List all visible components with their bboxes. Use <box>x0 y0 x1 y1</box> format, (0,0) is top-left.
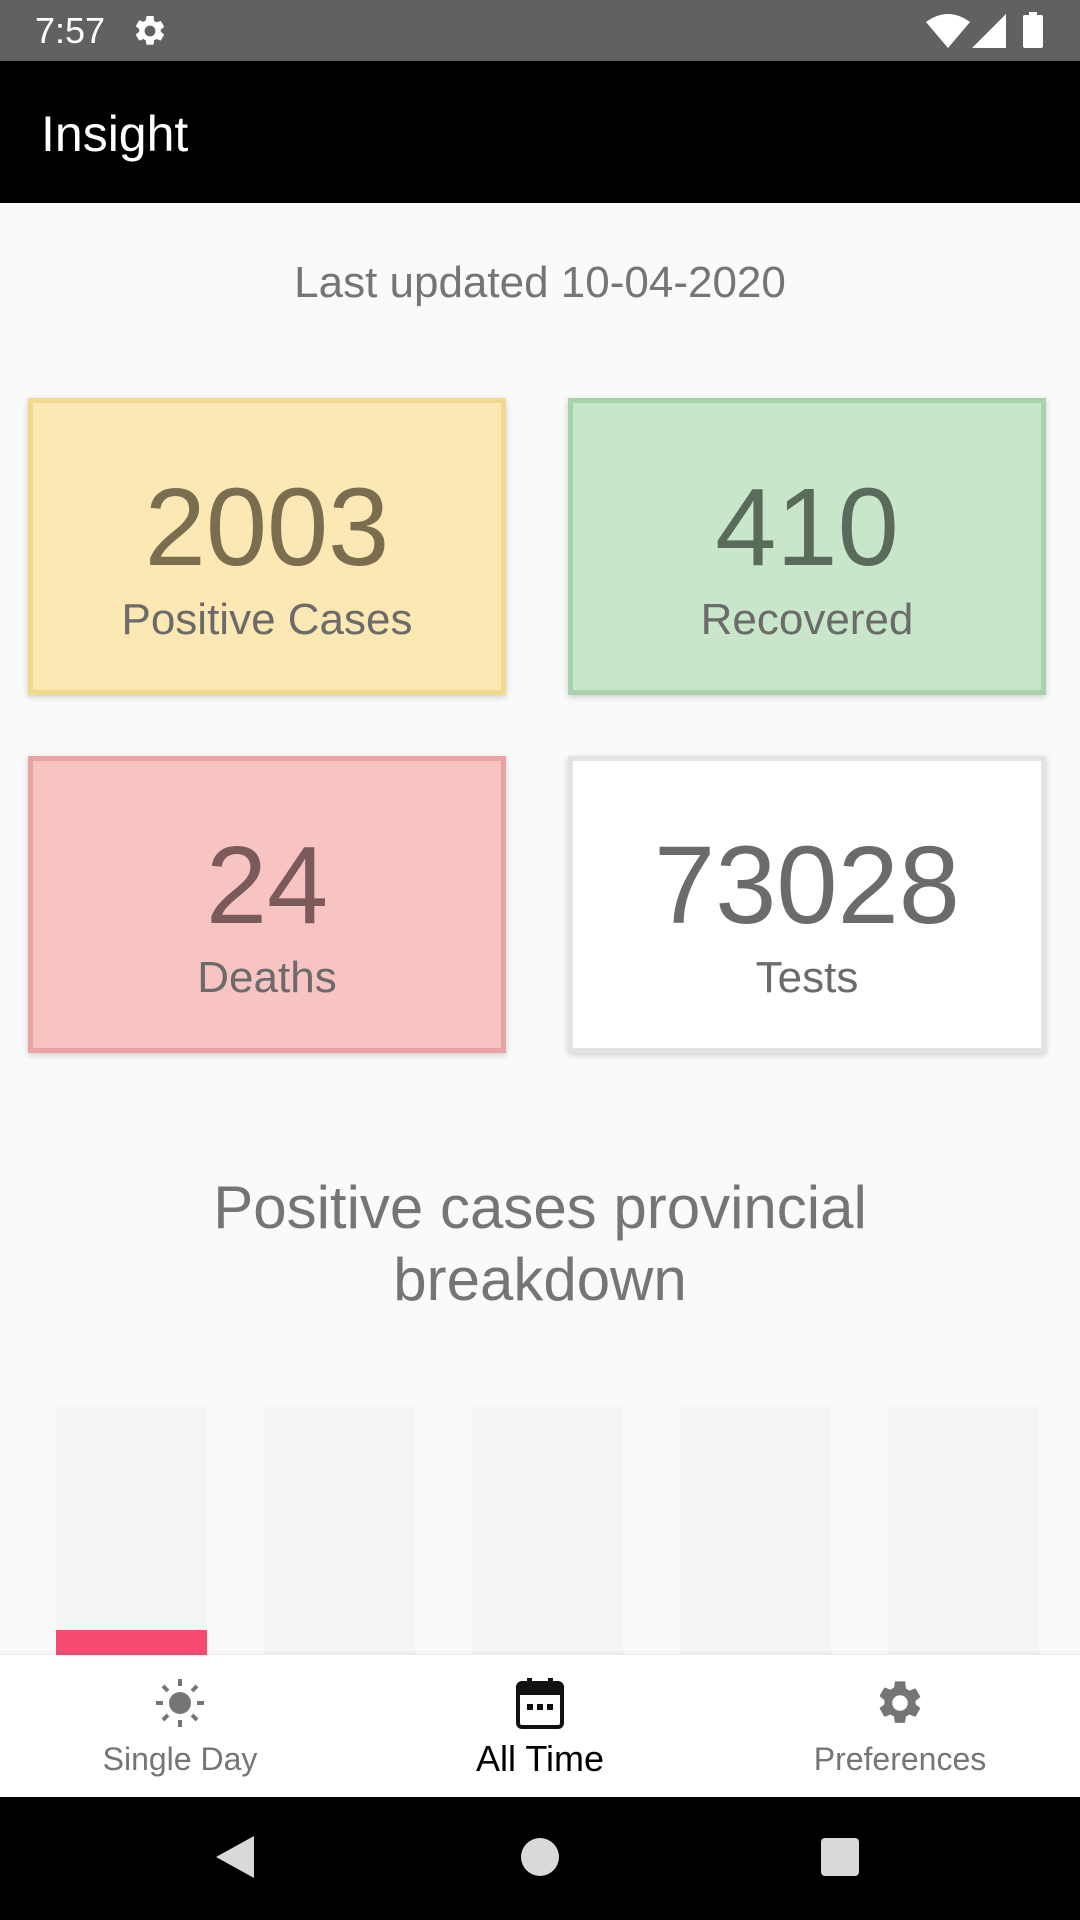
recovered-label: Recovered <box>700 595 914 644</box>
home-icon[interactable] <box>520 1837 560 1877</box>
tests-card: 73028 Tests <box>568 756 1046 1053</box>
tests-value: 73028 <box>654 824 960 947</box>
last-updated-text: Last updated 10-04-2020 <box>294 258 786 307</box>
positive-cases-label: Positive Cases <box>121 595 413 644</box>
deaths-value: 24 <box>205 824 329 947</box>
system-navigation-bar <box>0 1797 1080 1920</box>
nav-label-all-time: All Time <box>475 1738 605 1779</box>
battery-icon <box>1023 12 1043 48</box>
section-title: Positive cases provincial breakdown <box>213 1174 867 1313</box>
chart-bar-track <box>264 1405 415 1655</box>
back-icon[interactable] <box>214 1833 260 1881</box>
status-time: 7:57 <box>35 10 106 51</box>
app-title: Insight <box>41 106 189 162</box>
chart-bar-track <box>472 1405 623 1655</box>
recovered-card: 410 Recovered <box>568 398 1046 695</box>
deaths-card: 24 Deaths <box>28 756 506 1053</box>
provincial-bar-chart <box>56 1405 1039 1655</box>
wifi-icon <box>926 14 970 48</box>
tests-label: Tests <box>755 953 859 1002</box>
nav-all-time[interactable]: All Time <box>360 1655 720 1797</box>
nav-preferences[interactable]: Preferences <box>720 1655 1080 1797</box>
bottom-navigation: Single Day All Time Preferences <box>0 1655 1080 1797</box>
sun-icon <box>156 1679 204 1727</box>
calendar-icon <box>516 1678 564 1729</box>
signal-icon <box>972 14 1006 48</box>
recovered-value: 410 <box>715 466 899 589</box>
gear-icon <box>135 15 165 45</box>
nav-single-day[interactable]: Single Day <box>0 1655 360 1797</box>
nav-label-single-day: Single Day <box>102 1741 258 1777</box>
chart-bar-track <box>680 1405 831 1655</box>
status-bar: 7:57 <box>0 0 1080 61</box>
chart-bar-track <box>888 1405 1039 1655</box>
gear-icon <box>879 1681 921 1723</box>
app-bar: Insight <box>0 61 1080 203</box>
positive-cases-card: 2003 Positive Cases <box>28 398 506 695</box>
positive-cases-value: 2003 <box>144 466 390 589</box>
chart-bar <box>56 1630 207 1655</box>
chart-bar-track <box>56 1405 207 1655</box>
deaths-label: Deaths <box>197 953 337 1002</box>
recent-apps-icon[interactable] <box>820 1837 860 1877</box>
nav-label-preferences: Preferences <box>813 1741 987 1777</box>
